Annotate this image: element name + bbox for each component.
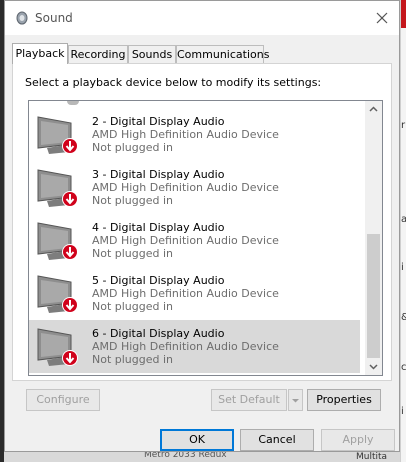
chevron-down-icon: [292, 399, 299, 403]
device-status: Not plugged in: [92, 141, 174, 154]
tab-communications[interactable]: Communications: [176, 45, 269, 63]
scroll-thumb[interactable]: [367, 234, 380, 358]
sound-dialog: Sound Playback Recording Sounds Communic…: [4, 0, 400, 452]
device-manufacturer: AMD High Definition Audio Device: [92, 181, 279, 194]
device-item[interactable]: 4 - Digital Display Audio AMD High Defin…: [29, 214, 360, 267]
partial-device-icon: [67, 101, 79, 105]
background-window-right: r a i & c i: [400, 0, 406, 462]
window-title: Sound: [35, 11, 73, 25]
device-manufacturer: AMD High Definition Audio Device: [92, 234, 279, 247]
monitor-icon: [35, 220, 83, 264]
device-item[interactable]: 3 - Digital Display Audio AMD High Defin…: [29, 161, 360, 214]
set-default-button[interactable]: Set Default: [211, 389, 287, 411]
monitor-icon: [35, 167, 83, 211]
configure-button[interactable]: Configure: [26, 389, 100, 411]
chevron-up-icon: [369, 106, 378, 112]
background-red-strip: [401, 0, 406, 28]
title-bar[interactable]: Sound: [5, 1, 399, 35]
properties-button[interactable]: Properties: [307, 389, 381, 411]
set-default-dropdown[interactable]: [288, 389, 303, 411]
device-name: 3 - Digital Display Audio: [92, 168, 225, 181]
cancel-button[interactable]: Cancel: [240, 429, 314, 451]
device-manufacturer: AMD High Definition Audio Device: [92, 128, 279, 141]
device-name: 5 - Digital Display Audio: [92, 274, 225, 287]
device-name: 6 - Digital Display Audio: [92, 327, 225, 340]
playback-panel: Select a playback device below to modify…: [12, 63, 392, 411]
device-manufacturer: AMD High Definition Audio Device: [92, 340, 279, 353]
close-button[interactable]: [371, 7, 393, 29]
speaker-icon: [15, 11, 29, 25]
chevron-down-icon: [369, 364, 378, 370]
scroll-up-button[interactable]: [365, 101, 382, 118]
monitor-icon: [35, 114, 83, 158]
tab-playback[interactable]: Playback: [12, 43, 68, 64]
apply-button[interactable]: Apply: [321, 429, 395, 451]
device-item[interactable]: 2 - Digital Display Audio AMD High Defin…: [29, 108, 360, 161]
monitor-icon: [35, 326, 83, 370]
instruction-text: Select a playback device below to modify…: [25, 76, 322, 89]
background-bottom-right-text: Multita: [356, 452, 388, 462]
background-game-title: Metro 2033 Redux: [144, 452, 227, 460]
list-scrollbar[interactable]: [365, 101, 382, 375]
device-item[interactable]: 5 - Digital Display Audio AMD High Defin…: [29, 267, 360, 320]
close-icon: [376, 12, 388, 24]
scroll-down-button[interactable]: [365, 358, 382, 375]
monitor-icon: [35, 273, 83, 317]
device-name: 4 - Digital Display Audio: [92, 221, 225, 234]
device-list[interactable]: 2 - Digital Display Audio AMD High Defin…: [28, 100, 383, 376]
tab-recording[interactable]: Recording: [68, 45, 128, 63]
background-taskbar-strip: Metro 2033 Redux: [4, 452, 400, 462]
device-manufacturer: AMD High Definition Audio Device: [92, 287, 279, 300]
device-status: Not plugged in: [92, 300, 174, 313]
ok-button[interactable]: OK: [160, 429, 234, 451]
device-status: Not plugged in: [92, 353, 174, 366]
device-name: 2 - Digital Display Audio: [92, 115, 225, 128]
device-status: Not plugged in: [92, 194, 174, 207]
device-status: Not plugged in: [92, 247, 174, 260]
tab-sounds[interactable]: Sounds: [128, 45, 176, 63]
device-item-selected[interactable]: 6 - Digital Display Audio AMD High Defin…: [29, 320, 360, 373]
